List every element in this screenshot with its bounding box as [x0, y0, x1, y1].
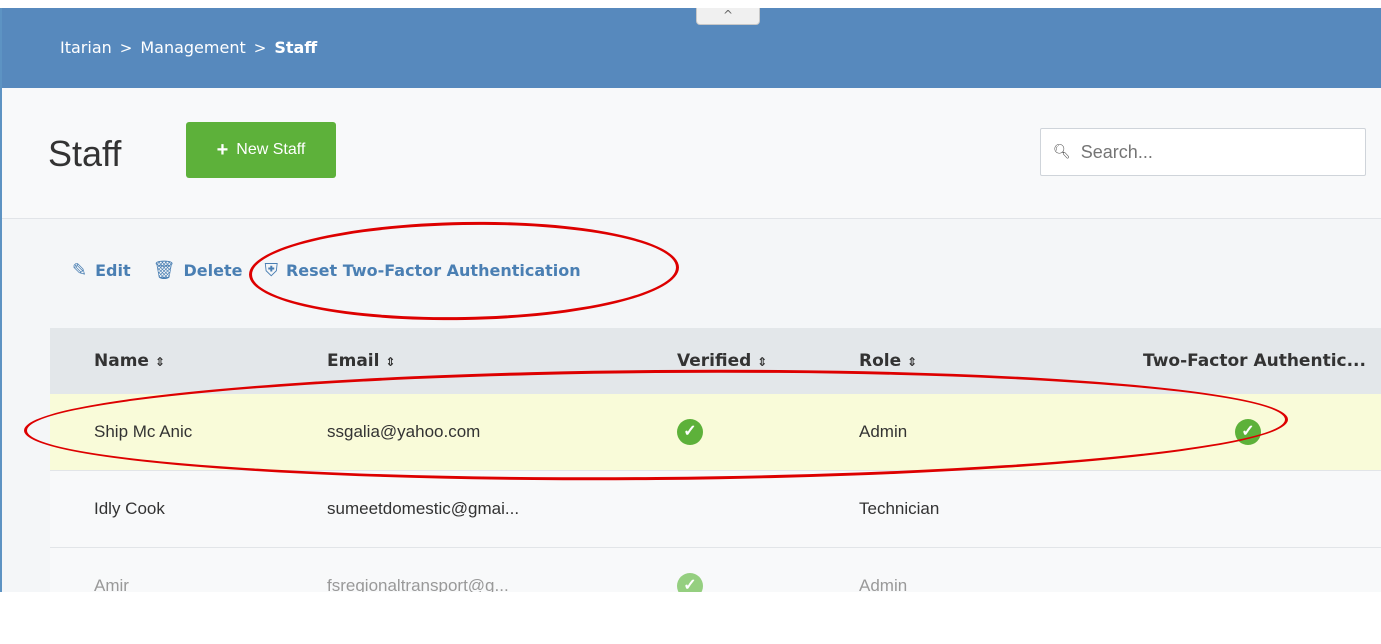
sort-icon: ⇕ — [154, 355, 166, 369]
breadcrumb-itarian[interactable]: Itarian — [60, 38, 112, 57]
check-circle-icon: ✓ — [677, 419, 703, 445]
reset-two-factor-label: Reset Two-Factor Authentication — [285, 261, 581, 280]
sort-icon: ⇕ — [907, 355, 918, 369]
new-staff-button[interactable]: + New Staff — [186, 122, 336, 178]
column-header-role[interactable]: Role ⇕ — [845, 351, 1119, 371]
table-row[interactable]: Idly Cook sumeetdomestic@gmai... Technic… — [50, 471, 1381, 548]
search-input[interactable] — [1078, 140, 1343, 164]
cell-role: Admin — [859, 422, 908, 441]
sort-icon: ⇕ — [385, 355, 396, 369]
column-header-label: Two-Factor Authentic... — [1143, 351, 1366, 371]
breadcrumb-separator: > — [119, 38, 133, 57]
edit-label: Edit — [95, 261, 131, 280]
column-header-label: Email — [327, 351, 380, 371]
new-staff-label: New Staff — [236, 141, 306, 158]
cell-name: Ship Mc Anic — [94, 422, 193, 441]
column-header-verified[interactable]: Verified ⇕ — [553, 351, 845, 371]
cell-email: sumeetdomestic@gmai... — [327, 499, 520, 518]
search-box[interactable]: 🔍︎ — [1040, 128, 1366, 176]
column-header-label: Role — [859, 351, 902, 371]
column-header-label: Verified — [677, 351, 752, 371]
breadcrumb: Itarian > Management > Staff — [60, 38, 317, 57]
pencil-icon: ✎ — [72, 260, 88, 281]
cell-name: Idly Cook — [94, 499, 165, 518]
plus-icon: + — [216, 138, 229, 161]
shield-icon: ⛨︎ — [264, 260, 278, 281]
table-row[interactable]: Ship Mc Anic ssgalia@yahoo.com ✓ Admin ✓ — [50, 394, 1381, 471]
breadcrumb-current: Staff — [274, 38, 318, 57]
title-bar: Staff + New Staff 🔍︎ — [2, 88, 1381, 219]
breadcrumb-separator: > — [253, 38, 267, 57]
cell-two-factor: ✓ — [1119, 419, 1381, 445]
column-header-email[interactable]: Email ⇕ — [283, 351, 553, 371]
table-header: Name ⇕ Email ⇕ Verified ⇕ Role ⇕ Two-Factor … — [50, 328, 1381, 394]
column-header-two-factor[interactable]: Two-Factor Authentic... — [1119, 351, 1381, 371]
column-header-label: Name — [94, 351, 149, 371]
breadcrumb-management[interactable]: Management — [140, 38, 245, 57]
check-circle-icon: ✓ — [1235, 419, 1261, 445]
app-frame: ^ Itarian > Management > Staff Staff + N… — [0, 8, 1381, 625]
cell-role: Technician — [859, 499, 940, 518]
staff-table: Name ⇕ Email ⇕ Verified ⇕ Role ⇕ Two-Factor … — [50, 328, 1381, 625]
reset-two-factor-button[interactable]: ⛨︎ Reset Two-Factor Authentication — [264, 260, 580, 281]
column-header-name[interactable]: Name ⇕ — [50, 351, 283, 371]
page-title: Staff — [48, 133, 122, 174]
top-header: ^ Itarian > Management > Staff — [2, 8, 1381, 88]
delete-label: Delete — [183, 261, 243, 280]
cell-verified: ✓ — [553, 419, 845, 445]
cell-email: ssgalia@yahoo.com — [327, 422, 481, 441]
delete-button[interactable]: 🗑︎ Delete — [153, 260, 243, 281]
action-toolbar: ✎ Edit 🗑︎ Delete ⛨︎ Reset Two-Factor Aut… — [72, 260, 603, 281]
torn-edge — [0, 592, 1381, 644]
search-icon: 🔍︎ — [1053, 144, 1071, 160]
sort-icon: ⇕ — [757, 355, 768, 369]
trash-icon: 🗑︎ — [152, 260, 176, 281]
edit-button[interactable]: ✎ Edit — [72, 260, 131, 281]
collapse-header-button[interactable]: ^ — [696, 8, 760, 25]
